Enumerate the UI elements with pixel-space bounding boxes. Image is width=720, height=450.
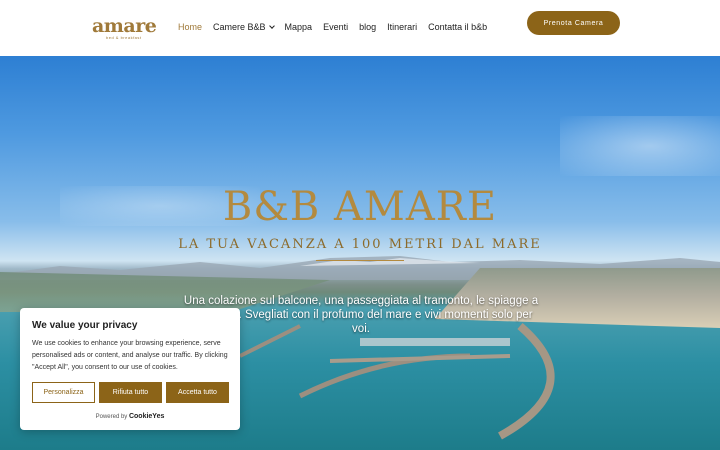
main-nav: Home Camere B&B Mappa Eventi blog Itiner… [178,22,498,32]
cookie-title: We value your privacy [32,320,138,331]
nav-label: Eventi [323,22,349,32]
nav-label: blog [359,22,377,32]
cookie-buttons: Personalizza Rifiuta tutto Accetta tutto [32,382,229,403]
site-header: amare bed & breakfast Home Camere B&B Ma… [0,0,720,56]
nav-item-blog[interactable]: blog [359,22,376,32]
hero-divider [316,260,404,261]
nav-item-home[interactable]: Home [178,22,202,32]
cookieyes-logo: CookieYes [128,413,165,420]
hero-subtitle: LA TUA VACANZA A 100 METRI DAL MARE [178,237,542,252]
hero-title: B&B AMARE [222,184,498,230]
nav-label: Contatta il b&b [428,22,488,32]
nav-item-contatta[interactable]: Contatta il b&b [428,22,487,32]
book-room-button[interactable]: Prenota Camera [527,11,620,35]
powered-by[interactable]: Powered by CookieYes [20,413,240,420]
nav-item-eventi[interactable]: Eventi [323,22,348,32]
nav-item-camere[interactable]: Camere B&B [213,22,275,32]
cookie-consent-banner: We value your privacy We use cookies to … [20,308,240,430]
reject-all-button[interactable]: Rifiuta tutto [99,382,162,403]
customize-button[interactable]: Personalizza [32,382,95,403]
nav-label: Itinerari [387,22,418,32]
nav-item-mappa[interactable]: Mappa [285,22,313,32]
nav-label: Mappa [284,22,313,32]
logo-subtext: bed & breakfast [106,35,142,40]
powered-prefix: Powered by [95,414,128,420]
chevron-down-icon [268,22,275,29]
nav-label: Home [178,22,203,32]
site-logo[interactable]: amare bed & breakfast [92,15,158,42]
logo-word: amare [92,15,157,37]
nav-label: Camere B&B [213,22,266,32]
accept-all-button[interactable]: Accetta tutto [166,382,229,403]
nav-item-itinerari[interactable]: Itinerari [387,22,417,32]
cookie-text: We use cookies to enhance your browsing … [32,340,228,371]
